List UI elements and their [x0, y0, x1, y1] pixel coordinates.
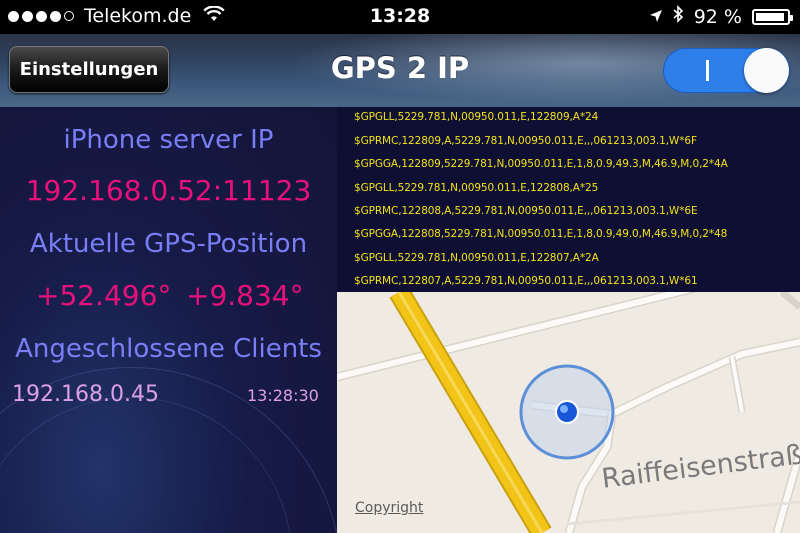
- nmea-line: $GPGLL,5229.781,N,00950.011,E,122807,A*2…: [354, 252, 599, 264]
- map-roads: [337, 292, 800, 533]
- status-right: 92 %: [649, 5, 793, 28]
- status-bar: Telekom.de 13:28 92 %: [0, 0, 800, 34]
- toggle-on-indicator: [706, 60, 709, 81]
- battery-percent: 92 %: [693, 5, 742, 28]
- server-toggle-switch[interactable]: [663, 48, 790, 93]
- nav-bar: Einstellungen GPS 2 IP: [0, 34, 800, 107]
- battery-level-fill: [756, 12, 784, 21]
- nmea-log: $GPGLL,5229.781,N,00950.011,E,122809,A*2…: [337, 107, 800, 292]
- clients-label: Angeschlossene Clients: [15, 334, 322, 364]
- info-panel: iPhone server IP 192.168.0.52:11123 Aktu…: [0, 107, 337, 533]
- client-connect-time: 13:28:30: [247, 386, 319, 405]
- gps-position-label: Aktuelle GPS-Position: [29, 229, 308, 259]
- map-view[interactable]: Raiffeisenstraß Copyright: [337, 292, 800, 533]
- battery-icon: [752, 8, 793, 25]
- nmea-line: $GPRMC,122808,A,5229.781,N,00950.011,E,,…: [354, 205, 698, 217]
- nmea-line: $GPRMC,122807,A,5229.781,N,00950.011,E,,…: [354, 275, 698, 287]
- nmea-line: $GPRMC,122809,A,5229.781,N,00950.011,E,,…: [354, 135, 697, 147]
- client-ip: 192.168.0.45: [12, 382, 159, 407]
- latitude-value: +52.496°: [36, 279, 172, 312]
- nmea-line: $GPGGA,122809,5229.781,N,00950.011,E,1,8…: [354, 158, 728, 170]
- server-ip-value: 192.168.0.52:11123: [25, 174, 312, 207]
- bluetooth-icon: [673, 5, 684, 28]
- longitude-value: +9.834°: [186, 279, 304, 312]
- nmea-line: $GPGLL,5229.781,N,00950.011,E,122808,A*2…: [354, 182, 599, 194]
- location-arrow-icon: [649, 6, 663, 28]
- nmea-line: $GPGLL,5229.781,N,00950.011,E,122809,A*2…: [354, 111, 599, 123]
- toggle-knob[interactable]: [744, 48, 789, 93]
- server-ip-label: iPhone server IP: [63, 125, 274, 155]
- nmea-line: $GPGGA,122808,5229.781,N,00950.011,E,1,8…: [354, 228, 728, 240]
- copyright-link[interactable]: Copyright: [355, 500, 423, 516]
